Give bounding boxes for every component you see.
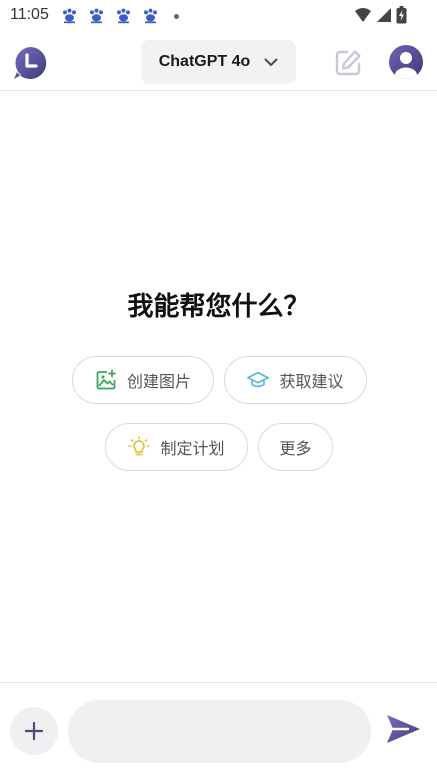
chevron-down-icon — [264, 58, 278, 66]
notification-icons — [60, 7, 179, 25]
model-selector[interactable]: ChatGPT 4o — [141, 40, 296, 84]
create-image-chip[interactable]: 创建图片 — [72, 356, 214, 404]
avatar-icon[interactable] — [388, 44, 424, 80]
model-label: ChatGPT 4o — [158, 53, 251, 70]
top-app-bar: ChatGPT 4o — [0, 36, 437, 90]
paw-icon — [144, 8, 157, 24]
chip-label: 获取建议 — [279, 372, 344, 391]
cellular-signal-icon — [377, 8, 391, 22]
chip-label: 更多 — [279, 439, 312, 458]
wifi-icon — [355, 8, 371, 22]
graduation-cap-icon — [247, 371, 270, 388]
paw-icon — [117, 8, 130, 24]
dot-icon — [174, 13, 179, 19]
plus-icon — [24, 721, 44, 741]
paw-icon — [90, 8, 103, 24]
status-time: 11:05 — [10, 6, 49, 23]
chip-label: 制定计划 — [160, 439, 225, 458]
battery-icon — [396, 6, 407, 24]
more-chip[interactable]: 更多 — [258, 423, 333, 471]
composer-divider — [0, 682, 437, 683]
make-plan-chip[interactable]: 制定计划 — [105, 423, 248, 471]
system-icons — [354, 6, 407, 24]
new-chat-icon[interactable] — [333, 48, 363, 78]
status-bar: 11:05 — [0, 0, 437, 32]
image-add-icon — [96, 369, 116, 390]
history-icon[interactable] — [12, 45, 48, 81]
get-advice-chip[interactable]: 获取建议 — [224, 356, 367, 404]
header-divider — [0, 90, 437, 91]
lightbulb-icon — [128, 436, 151, 456]
attach-button[interactable] — [10, 707, 58, 755]
message-input[interactable] — [68, 700, 371, 763]
chip-label: 创建图片 — [126, 372, 191, 391]
paw-icon — [63, 8, 76, 24]
page-title: 我能帮您什么？ — [127, 292, 310, 322]
send-icon[interactable] — [384, 710, 422, 748]
